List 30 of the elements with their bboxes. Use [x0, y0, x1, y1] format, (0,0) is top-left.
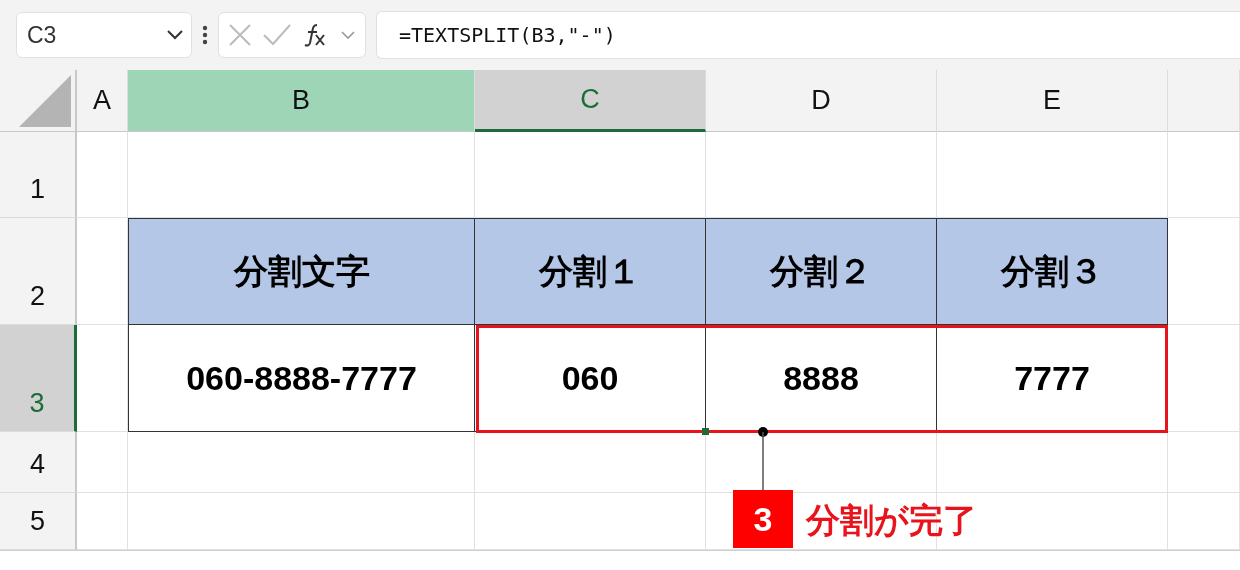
column-header[interactable]: C [475, 70, 706, 132]
table-header-cell: 分割２ [706, 218, 937, 325]
column-header[interactable]: D [706, 70, 937, 132]
check-icon[interactable] [263, 24, 291, 46]
fill-handle[interactable] [702, 428, 709, 435]
table-header-cell: 分割文字 [128, 218, 475, 325]
column-header[interactable] [1168, 70, 1240, 132]
step-badge: 3 [733, 490, 793, 548]
formula-field[interactable]: =TEXTSPLIT(B3,"-") [376, 11, 1240, 59]
callout-text: 分割が完了 [806, 500, 977, 541]
table-cell: 060 [475, 325, 706, 432]
row-header[interactable]: 4 [0, 432, 77, 493]
chevron-down-icon[interactable] [341, 30, 355, 40]
row-header[interactable]: 5 [0, 493, 77, 550]
cell-reference: C3 [27, 21, 57, 49]
leader-line [757, 426, 769, 490]
chevron-down-icon [167, 30, 183, 40]
table-header-cell: 分割１ [475, 218, 706, 325]
column-header[interactable]: E [937, 70, 1168, 132]
row-header[interactable]: 1 [0, 132, 77, 218]
table-header-cell: 分割３ [937, 218, 1168, 325]
table-cell: 060-8888-7777 [128, 325, 475, 432]
row-header[interactable]: 2 [0, 218, 77, 325]
name-box[interactable]: C3 [16, 12, 192, 58]
select-all-icon[interactable] [19, 75, 71, 127]
row-header[interactable]: 3 [0, 325, 77, 432]
cancel-icon[interactable] [229, 24, 251, 46]
more-options-icon[interactable] [202, 25, 208, 45]
column-header[interactable]: B [128, 70, 475, 132]
column-header[interactable]: A [77, 70, 128, 132]
